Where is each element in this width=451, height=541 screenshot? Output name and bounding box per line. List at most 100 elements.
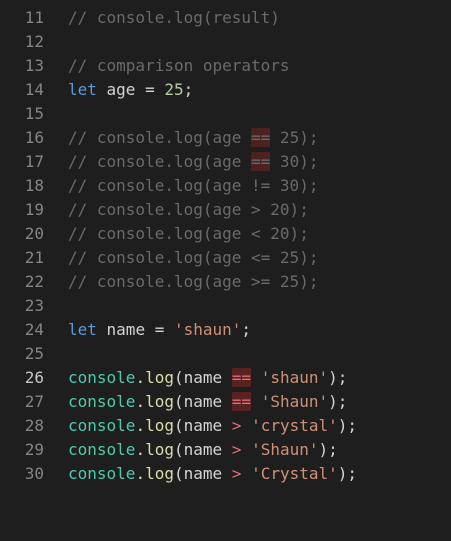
line-number: 30 [24, 464, 44, 483]
code-token-method: log [145, 416, 174, 435]
line-number: 12 [24, 32, 44, 51]
code-token-cmp: > [231, 464, 242, 483]
code-line[interactable]: 28 console.log(name > 'crystal'); [0, 414, 451, 438]
code-token-method: log [145, 368, 174, 387]
code-token-plain: (name [173, 368, 232, 387]
line-code: let age = 25; [68, 78, 193, 102]
code-token-comment: 30); [270, 152, 319, 171]
line-code: console.log(name > 'crystal'); [68, 414, 357, 438]
code-token-plain: ); [337, 416, 358, 435]
line-code: // console.log(result) [68, 6, 280, 30]
code-token-str: 'shaun' [260, 368, 329, 387]
code-token-str: 'Shaun' [251, 440, 319, 459]
line-number: 11 [24, 8, 44, 27]
code-token-str: 'Shaun' [260, 392, 329, 411]
line-number: 14 [24, 80, 44, 99]
line-number: 28 [24, 416, 44, 435]
code-token-kw: let [68, 80, 97, 99]
line-number: 21 [24, 248, 44, 267]
line-number: 13 [24, 56, 44, 75]
line-code: let name = 'shaun'; [68, 318, 251, 342]
code-line[interactable]: 26 console.log(name == 'shaun'); [0, 366, 451, 390]
line-number: 24 [24, 320, 44, 339]
line-code: // console.log(age != 30); [68, 174, 318, 198]
line-number: 23 [24, 296, 44, 315]
code-line[interactable]: 22 // console.log(age >= 25); [0, 270, 451, 294]
code-token-method: log [145, 440, 174, 459]
code-token-fn: console [68, 368, 136, 387]
code-token-op: = [145, 80, 155, 99]
line-code: // console.log(age <= 25); [68, 246, 318, 270]
code-token-method: log [145, 464, 174, 483]
code-editor[interactable]: 11 // console.log(result) 12 13 // compariso… [0, 6, 451, 486]
code-token-comment: // console.log(age [68, 128, 252, 147]
code-token-comment: // console.log(age != 30); [68, 176, 319, 195]
code-line[interactable]: 11 // console.log(result) [0, 6, 451, 30]
code-token-comment: // console.log(result) [68, 8, 280, 27]
code-token-kw: let [68, 320, 97, 339]
code-token-cmp: > [231, 440, 242, 459]
code-line[interactable]: 27 console.log(name == 'Shaun'); [0, 390, 451, 414]
code-token-fn: console [68, 392, 136, 411]
code-token-comment: // console.log(age [68, 152, 252, 171]
code-token-plain: . [135, 464, 146, 483]
code-token-plain: ; [241, 320, 252, 339]
code-token-comment: // console.log(age >= 25); [68, 272, 319, 291]
code-token-plain: (name [173, 416, 232, 435]
line-number: 22 [24, 272, 44, 291]
code-token-num: 25 [164, 80, 184, 99]
line-number: 18 [24, 176, 44, 195]
code-line[interactable]: 12 [0, 30, 451, 54]
line-number: 16 [24, 128, 44, 147]
code-line[interactable]: 19 // console.log(age > 20); [0, 198, 451, 222]
line-number: 17 [24, 152, 44, 171]
code-line[interactable]: 17 // console.log(age == 30); [0, 150, 451, 174]
code-line[interactable]: 15 [0, 102, 451, 126]
code-line[interactable]: 16 // console.log(age == 25); [0, 126, 451, 150]
code-token-fn: console [68, 440, 136, 459]
code-token-op: = [154, 320, 165, 339]
code-line[interactable]: 18 // console.log(age != 30); [0, 174, 451, 198]
code-line[interactable]: 23 [0, 294, 451, 318]
code-token-comment: == [251, 152, 271, 171]
code-token-plain: name [96, 320, 155, 339]
line-number: 29 [24, 440, 44, 459]
code-token-plain: ); [318, 440, 338, 459]
code-token-str: 'shaun' [173, 320, 242, 339]
code-token-str: 'crystal' [251, 416, 338, 435]
code-token-cmp: > [231, 416, 242, 435]
code-token-fn: console [68, 416, 136, 435]
code-line[interactable]: 13 // comparison operators [0, 54, 451, 78]
line-code: // console.log(age >= 25); [68, 270, 318, 294]
line-code: // comparison operators [68, 54, 290, 78]
code-token-fn: console [68, 464, 136, 483]
code-token-plain: (name [173, 392, 232, 411]
code-token-plain: (name [173, 440, 232, 459]
code-token-plain: . [135, 416, 146, 435]
code-line[interactable]: 21 // console.log(age <= 25); [0, 246, 451, 270]
code-line[interactable]: 29 console.log(name > 'Shaun'); [0, 438, 451, 462]
code-token-cmp: == [231, 392, 252, 411]
code-token-comment: 25); [270, 128, 319, 147]
code-token-cmp: == [231, 368, 252, 387]
code-line[interactable]: 25 [0, 342, 451, 366]
code-token-comment: // comparison operators [68, 56, 290, 75]
code-token-plain: ); [328, 392, 348, 411]
code-token-comment: // console.log(age <= 25); [68, 248, 319, 267]
code-line[interactable]: 14 let age = 25; [0, 78, 451, 102]
line-code: // console.log(age == 25); [68, 126, 318, 150]
code-token-plain: . [135, 368, 146, 387]
code-token-comment: == [251, 128, 271, 147]
code-line[interactable]: 20 // console.log(age < 20); [0, 222, 451, 246]
code-line[interactable]: 30 console.log(name > 'Crystal'); [0, 462, 451, 486]
code-token-method: log [145, 392, 174, 411]
line-code: // console.log(age < 20); [68, 222, 309, 246]
code-token-plain: . [135, 392, 146, 411]
code-line[interactable]: 24 let name = 'shaun'; [0, 318, 451, 342]
code-token-plain: ); [328, 368, 348, 387]
